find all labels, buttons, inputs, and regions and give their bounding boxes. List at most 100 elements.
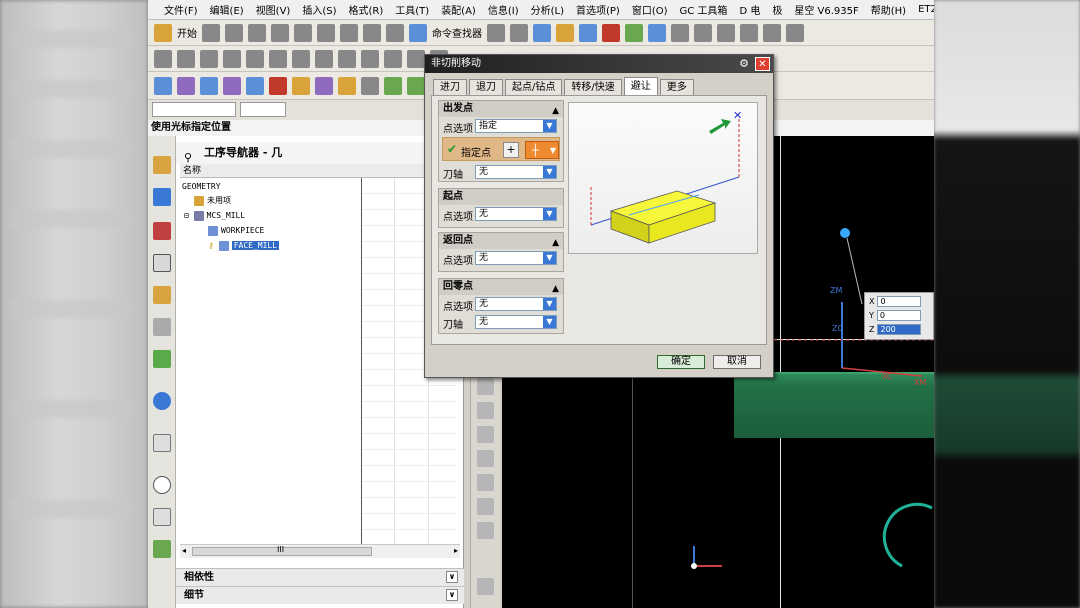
system-materials-icon[interactable] [153, 540, 171, 558]
menu-analysis[interactable]: 分析(L) [525, 2, 570, 17]
from-point-header[interactable]: 出发点 ▲ [439, 101, 563, 117]
orient-icon[interactable] [625, 23, 643, 42]
gear-icon[interactable]: ⚙ [737, 57, 751, 71]
tool-7-icon[interactable] [477, 522, 494, 539]
feature-6-icon[interactable] [786, 23, 804, 42]
undo-icon[interactable] [363, 23, 381, 42]
shop-doc-icon[interactable] [338, 76, 356, 95]
copy-icon[interactable] [294, 23, 312, 42]
cube-view-icon[interactable] [579, 23, 597, 42]
feature-1-icon[interactable] [671, 23, 689, 42]
menu-insert[interactable]: 插入(S) [296, 2, 342, 17]
chevron-down-icon[interactable]: ∨ [446, 589, 458, 601]
assembly-navigator-icon[interactable] [153, 156, 171, 174]
dropdown-arrow-icon[interactable]: ▼ [543, 166, 556, 178]
from-tool-axis-select[interactable]: 无 ▼ [475, 165, 557, 179]
type-filter-combo[interactable] [152, 102, 236, 117]
render-icon[interactable] [556, 23, 574, 42]
machine-tool-navigator-icon[interactable] [153, 286, 171, 304]
column-header-name[interactable]: 名称 [180, 164, 460, 178]
start-button-label[interactable]: 开始 [177, 25, 197, 40]
postprocess-icon[interactable] [315, 76, 333, 95]
gohome-point-header[interactable]: 回零点 ▲ [439, 279, 563, 295]
section-icon[interactable] [602, 23, 620, 42]
tree-row-face-mill[interactable]: ⚷ FACE_MILL [208, 239, 280, 253]
tool-1-icon[interactable] [477, 378, 494, 395]
rectangle-icon[interactable] [338, 49, 356, 68]
revolve-icon[interactable] [200, 49, 218, 68]
tool-5-icon[interactable] [477, 474, 494, 491]
menu-et2008[interactable]: ET2008 [912, 4, 934, 15]
feature-5-icon[interactable] [763, 23, 781, 42]
start-icon[interactable] [154, 23, 172, 42]
tree-row-geometry[interactable]: GEOMETRY [182, 180, 221, 194]
boss-icon[interactable] [246, 49, 264, 68]
specified-point-marker[interactable] [840, 228, 850, 238]
dialog-title[interactable]: 非切削移动 [425, 55, 773, 73]
tree-row-unused[interactable]: 未用项 [194, 194, 231, 208]
hole-icon[interactable] [223, 49, 241, 68]
coord-z-input[interactable]: 200 [877, 324, 922, 335]
tab-transfer-rapid[interactable]: 转移/快速 [564, 79, 622, 95]
scroll-right-icon[interactable]: ▸ [454, 546, 458, 555]
command-finder-icon[interactable] [409, 23, 427, 42]
create-operation-icon[interactable] [246, 76, 264, 95]
ok-button[interactable]: 确定 [657, 355, 705, 369]
specify-point-row[interactable]: ✔ 指定点 + ┼ ▼ [442, 137, 560, 161]
feature-4-icon[interactable] [740, 23, 758, 42]
tool-8-icon[interactable] [477, 578, 494, 595]
collapse-icon[interactable]: ⊟ [184, 211, 189, 220]
redo-icon[interactable] [386, 23, 404, 42]
menu-gc-toolbox[interactable]: GC 工具箱 [674, 2, 734, 17]
menu-file[interactable]: 文件(F) [158, 2, 204, 17]
scope-filter-combo[interactable] [240, 102, 286, 117]
roles-icon[interactable] [153, 508, 171, 526]
tool-6-icon[interactable] [477, 498, 494, 515]
tab-avoidance[interactable]: 避让 [623, 77, 658, 95]
menu-tools[interactable]: 工具(T) [389, 2, 435, 17]
tree-row-mcs-mill[interactable]: ⊟ MCS_MILL [184, 209, 245, 223]
menu-preferences[interactable]: 首选项(P) [570, 2, 626, 17]
details-panel[interactable]: 细节 ∨ [176, 586, 464, 604]
feature-3-icon[interactable] [717, 23, 735, 42]
fit-view-icon[interactable] [533, 23, 551, 42]
reuse-library-icon[interactable] [153, 318, 171, 336]
menu-assembly[interactable]: 装配(A) [435, 2, 482, 17]
dropdown-arrow-icon[interactable]: ▼ [543, 120, 556, 132]
start-point-option-select[interactable]: 无 ▼ [475, 207, 557, 221]
cancel-button[interactable]: 取消 [713, 355, 761, 369]
return-point-header[interactable]: 返回点 ▲ [439, 233, 563, 249]
close-icon[interactable]: ✕ [755, 57, 770, 71]
coord-y-input[interactable]: 0 [876, 310, 921, 321]
layer-icon[interactable] [648, 23, 666, 42]
chevron-down-icon[interactable]: ∨ [446, 571, 458, 583]
tab-start-drill-points[interactable]: 起点/钻点 [505, 79, 563, 95]
snap-icon[interactable] [487, 23, 505, 42]
column-divider[interactable] [361, 178, 362, 546]
pocket-icon[interactable] [269, 49, 287, 68]
create-tool-icon[interactable] [177, 76, 195, 95]
scroll-left-icon[interactable]: ◂ [182, 546, 186, 555]
start-point-header[interactable]: 起点 [439, 189, 563, 205]
process-studio-icon[interactable] [153, 434, 171, 452]
tree-row-workpiece[interactable]: WORKPIECE [208, 224, 264, 238]
menu-electrode[interactable]: D 电 [733, 2, 766, 17]
sketch-icon[interactable] [154, 49, 172, 68]
clock-icon[interactable] [153, 476, 171, 494]
menu-info[interactable]: 信息(I) [482, 2, 525, 17]
output-icon[interactable] [361, 76, 379, 95]
tool-3-icon[interactable] [477, 426, 494, 443]
generate-toolpath-icon[interactable] [269, 76, 287, 95]
extrude-icon[interactable] [177, 49, 195, 68]
dropdown-arrow-icon[interactable]: ▼ [543, 252, 556, 264]
create-program-icon[interactable] [154, 76, 172, 95]
tab-more[interactable]: 更多 [659, 79, 694, 95]
part-navigator-icon[interactable] [153, 222, 171, 240]
tool-4-icon[interactable] [477, 450, 494, 467]
menu-ji[interactable]: 极 [766, 2, 788, 17]
return-point-option-select[interactable]: 无 ▼ [475, 251, 557, 265]
dropdown-arrow-icon[interactable]: ▼ [550, 146, 556, 155]
cut-icon[interactable] [271, 23, 289, 42]
web-browser-icon[interactable] [153, 392, 171, 410]
menu-xingkong[interactable]: 星空 V6.935F [788, 2, 864, 17]
